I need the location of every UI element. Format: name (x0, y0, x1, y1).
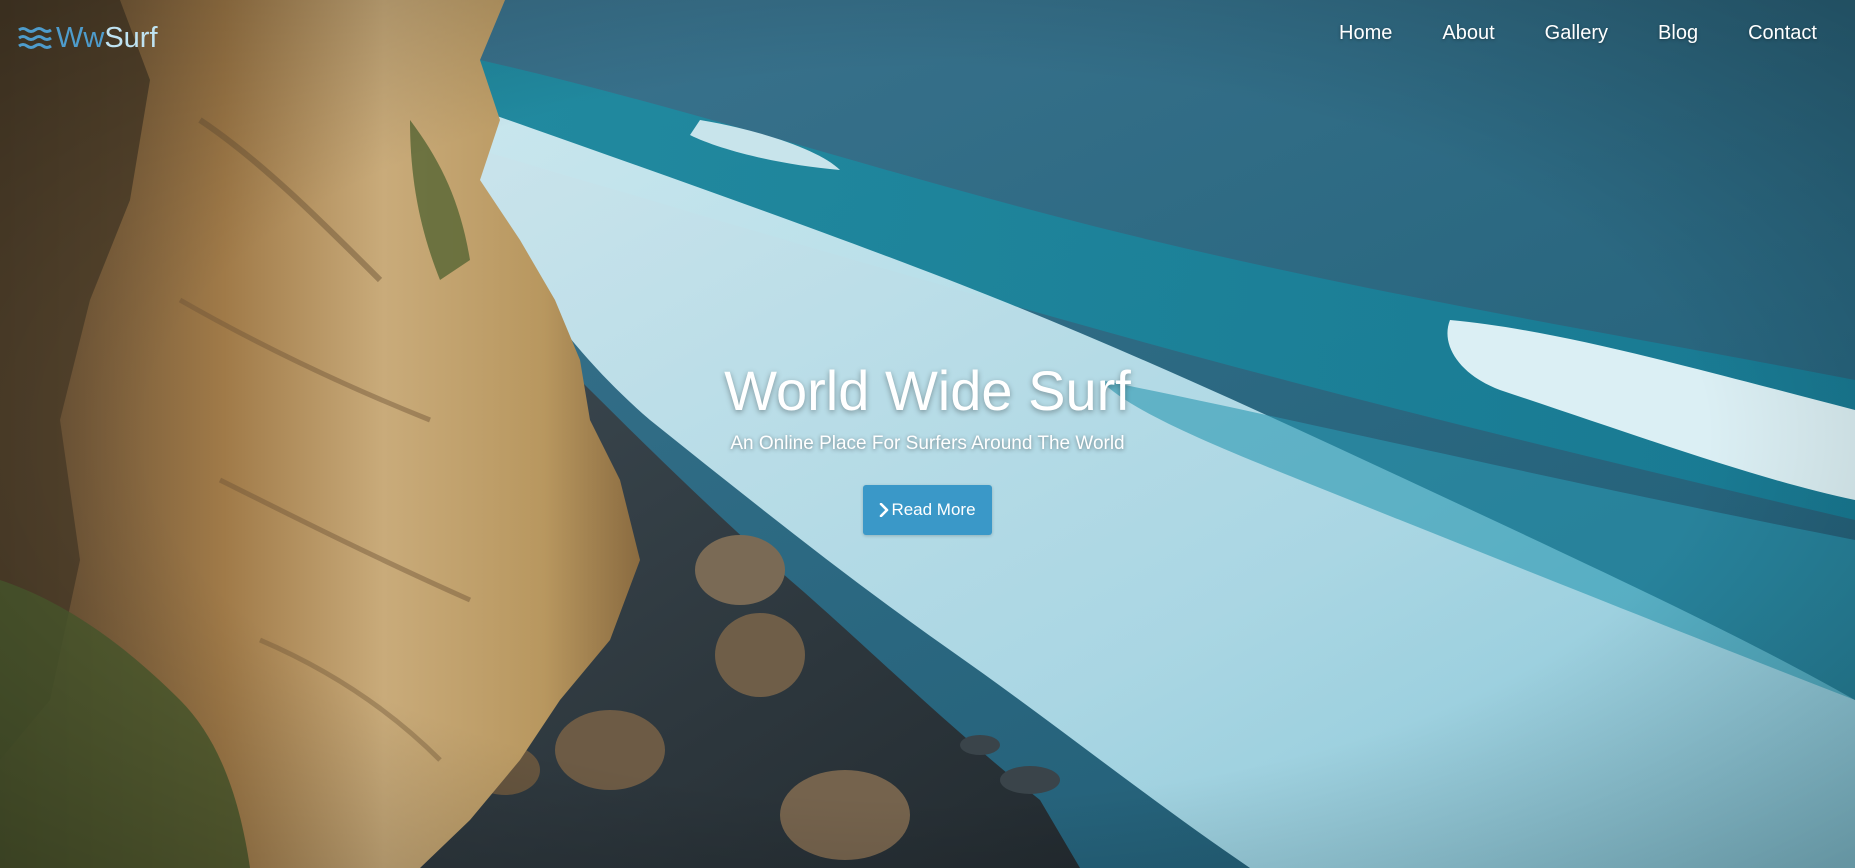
hero-subtitle: An Online Place For Surfers Around The W… (730, 433, 1125, 454)
nav-item-gallery: Gallery (1545, 22, 1608, 45)
hero-content: World Wide Surf An Online Place For Surf… (0, 355, 1855, 535)
nav-menu: Home About Gallery Blog Contact (1289, 22, 1817, 45)
nav-link-contact[interactable]: Contact (1748, 22, 1817, 44)
nav-link-gallery[interactable]: Gallery (1545, 22, 1608, 44)
read-more-button[interactable]: Read More (863, 485, 992, 535)
brand-text-surf: Surf (104, 21, 158, 54)
nav-link-blog[interactable]: Blog (1658, 22, 1698, 44)
nav-link-about[interactable]: About (1442, 22, 1494, 44)
nav-item-about: About (1442, 22, 1494, 45)
brand-text-ww: Ww (56, 21, 105, 54)
nav-item-home: Home (1339, 22, 1392, 45)
nav-item-contact: Contact (1748, 22, 1817, 45)
waves-icon (18, 26, 52, 50)
hero-section: Ww Surf Home About Gallery Blog Contact … (0, 0, 1855, 868)
nav-item-blog: Blog (1658, 22, 1698, 45)
hero-title: World Wide Surf (724, 359, 1131, 422)
nav-link-home[interactable]: Home (1339, 22, 1392, 44)
chevron-right-icon (879, 503, 889, 517)
navbar: Ww Surf Home About Gallery Blog Contact (0, 0, 1855, 74)
brand-logo-link[interactable]: Ww Surf (18, 18, 158, 58)
read-more-label: Read More (891, 500, 976, 519)
